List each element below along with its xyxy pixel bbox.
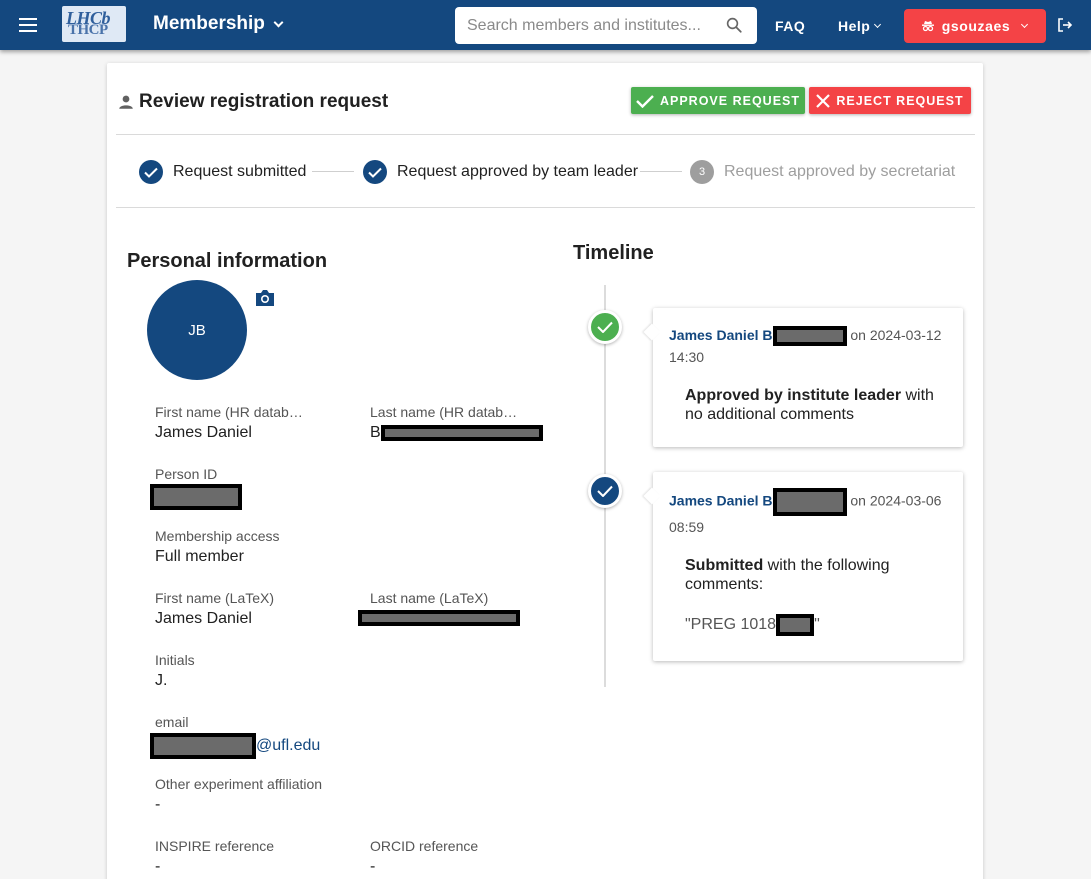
other-affiliation-value: - — [155, 796, 161, 813]
step-number: 3 — [690, 160, 714, 184]
faq-link[interactable]: FAQ — [775, 18, 805, 34]
last-name-hr-label: Last name (HR datab… — [370, 404, 518, 420]
membership-menu[interactable]: Membership — [153, 13, 286, 35]
top-app-bar: LHCb THCP Membership FAQ Help gsouzaes — [0, 0, 1091, 50]
step-request-submitted: Request submitted — [139, 160, 306, 184]
other-affiliation-label: Other experiment affiliation — [155, 776, 323, 792]
personal-info-title: Personal information — [127, 250, 328, 272]
step-label: Request approved by secretariat — [724, 163, 956, 180]
chevron-down-icon — [874, 20, 882, 29]
divider — [116, 134, 975, 135]
first-name-latex-label: First name (LaTeX) — [155, 590, 275, 606]
timeline-date: on 2024-03-06 — [850, 492, 942, 509]
page-title-text: Review registration request — [139, 91, 389, 112]
step-approved-secretariat: 3 Request approved by secretariat — [690, 160, 955, 184]
approve-request-button[interactable]: APPROVE REQUEST — [631, 87, 805, 114]
timeline-message: Submitted with the following comments: — [685, 556, 947, 594]
last-name-hr-text: B — [370, 424, 381, 441]
inspire-value: - — [155, 858, 161, 875]
timeline-entry: James Daniel B on 2024-03-06 08:59 Submi… — [653, 472, 963, 661]
redacted-block — [150, 484, 242, 510]
orcid-value: - — [370, 858, 376, 875]
close-icon — [816, 93, 831, 108]
person-id-value — [150, 484, 242, 510]
membership-access-value: Full member — [155, 548, 244, 565]
step-connector — [312, 171, 354, 172]
membership-access-label: Membership access — [155, 528, 280, 544]
initials-label: Initials — [155, 652, 195, 668]
timeline-message: Approved by institute leader with no add… — [685, 386, 947, 424]
avatar: JB — [147, 280, 247, 380]
timeline-action: Submitted — [685, 557, 764, 574]
initials-value: J. — [155, 672, 168, 689]
redacted-block — [772, 326, 847, 347]
help-label: Help — [838, 18, 871, 34]
redacted-block — [380, 424, 543, 441]
lhcb-logo[interactable]: LHCb THCP — [62, 6, 126, 42]
timeline-date: on 2024-03-12 — [850, 327, 942, 343]
brand-label: Membership — [153, 13, 265, 34]
timeline-author[interactable]: James Daniel B — [669, 327, 773, 343]
step-label: Request approved by team leader — [397, 163, 639, 180]
timeline-comment: "PREG 1018 " — [685, 614, 947, 636]
last-name-latex-value — [358, 609, 520, 627]
step-approved-team-leader: Request approved by team leader — [363, 160, 638, 184]
step-check-icon — [363, 160, 387, 184]
timeline-action: Approved by institute leader — [685, 387, 902, 405]
email-value[interactable]: @ufl.edu — [150, 733, 320, 759]
menu-icon[interactable] — [14, 14, 42, 38]
reject-request-button[interactable]: REJECT REQUEST — [809, 87, 971, 114]
redacted-block — [150, 733, 256, 759]
comment-text: "PREG 1018 — [685, 616, 777, 634]
timeline-time: 14:30 — [669, 349, 705, 366]
camera-icon[interactable] — [254, 289, 276, 307]
search-box — [455, 7, 757, 44]
check-blue-icon — [588, 474, 622, 508]
step-label: Request submitted — [173, 163, 307, 180]
user-secret-icon — [921, 21, 934, 32]
logo-text-bottom: THCP — [68, 22, 108, 38]
person-id-label: Person ID — [155, 466, 218, 482]
first-name-hr-label: First name (HR datab… — [155, 404, 303, 420]
approve-label: APPROVE REQUEST — [659, 93, 801, 108]
redacted-block — [772, 488, 847, 516]
last-name-hr-value: B — [370, 424, 543, 442]
user-name: gsouzaes — [941, 18, 1011, 34]
search-input[interactable] — [455, 7, 717, 44]
timeline-entry-header: James Daniel B on 2024-03-12 14:30 — [669, 324, 947, 368]
inspire-label: INSPIRE reference — [155, 838, 275, 854]
timeline-title: Timeline — [573, 242, 654, 264]
timeline-entry-header: James Daniel B on 2024-03-06 08:59 — [669, 488, 947, 538]
timeline-author[interactable]: James Daniel B — [669, 493, 773, 509]
logout-icon[interactable] — [1057, 17, 1073, 33]
person-icon — [119, 95, 133, 109]
comment-end: " — [814, 616, 820, 634]
chevron-down-icon — [273, 17, 284, 27]
email-domain[interactable]: @ufl.edu — [256, 737, 320, 754]
user-menu-button[interactable]: gsouzaes — [904, 9, 1046, 43]
last-name-latex-label: Last name (LaTeX) — [370, 590, 489, 606]
chevron-down-icon — [1021, 20, 1029, 29]
help-menu[interactable]: Help — [838, 18, 882, 34]
timeline-time: 08:59 — [669, 519, 705, 535]
first-name-hr-value: James Daniel — [155, 424, 252, 441]
check-icon — [636, 94, 654, 108]
orcid-label: ORCID reference — [370, 838, 479, 854]
step-connector — [640, 171, 682, 172]
first-name-latex-value: James Daniel — [155, 610, 252, 627]
redacted-block — [358, 609, 520, 626]
step-check-icon — [139, 160, 163, 184]
email-label: email — [155, 714, 189, 730]
review-card: Review registration request APPROVE REQU… — [107, 63, 983, 879]
timeline-entry: James Daniel B on 2024-03-12 14:30 Appro… — [653, 308, 963, 447]
redacted-block — [776, 614, 815, 636]
divider — [116, 207, 975, 208]
search-icon[interactable] — [725, 16, 743, 34]
reject-label: REJECT REQUEST — [836, 93, 964, 108]
page-title: Review registration request — [117, 91, 388, 113]
check-green-icon — [588, 310, 622, 344]
